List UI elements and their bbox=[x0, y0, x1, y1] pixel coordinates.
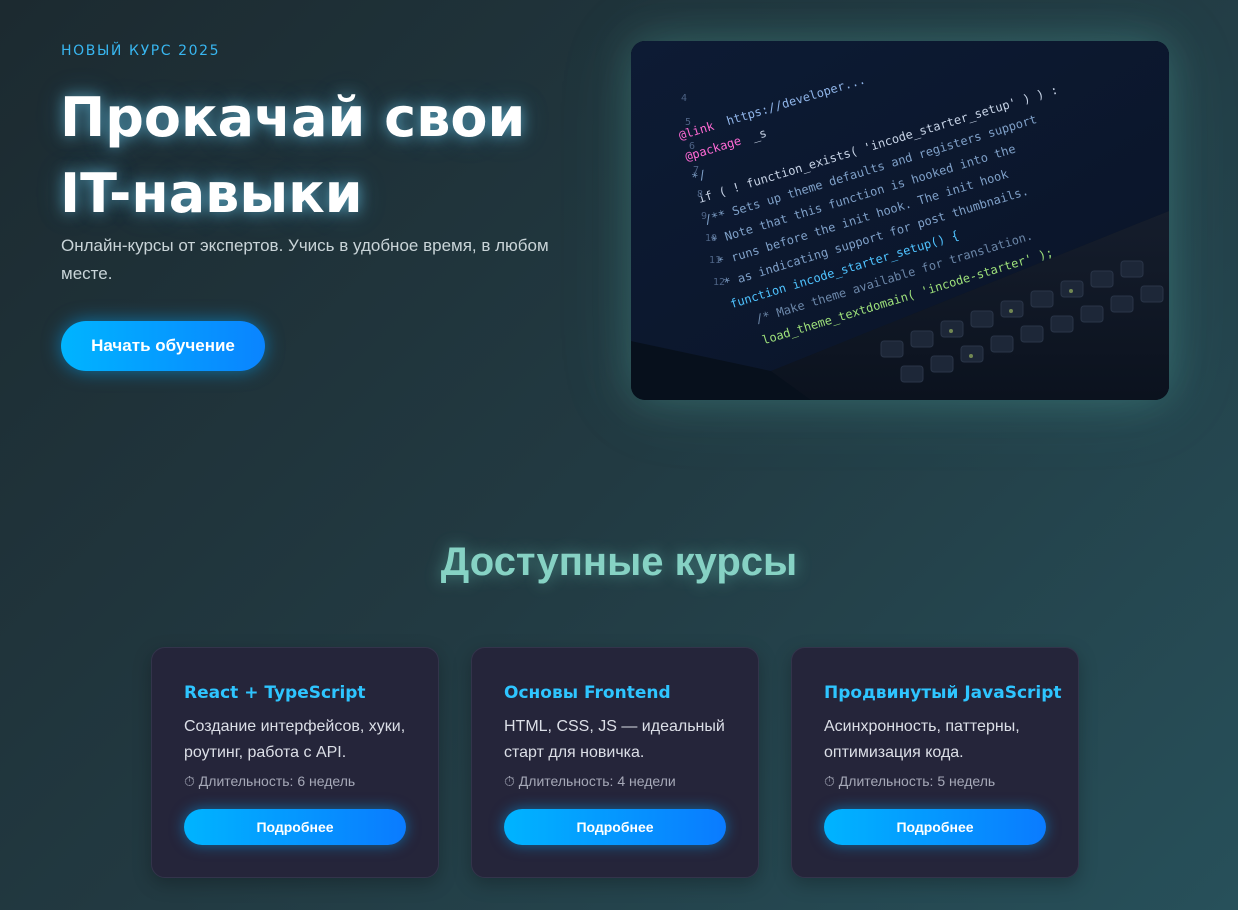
hero-title-line2: IT-навыки bbox=[60, 162, 363, 225]
course-title: Основы Frontend bbox=[504, 683, 671, 703]
svg-text:9: 9 bbox=[701, 211, 707, 222]
laptop-code-illustration: @link https://developer... @package _s *… bbox=[631, 41, 1169, 400]
hero-subtitle: Онлайн-курсы от экспертов. Учись в удобн… bbox=[61, 236, 549, 283]
svg-text:7: 7 bbox=[693, 165, 699, 176]
hero-image: @link https://developer... @package _s *… bbox=[631, 41, 1169, 400]
svg-text:4: 4 bbox=[681, 93, 687, 104]
course-title: Продвинутый JavaScript bbox=[824, 683, 1062, 703]
course-details-button[interactable]: Подробнее bbox=[824, 809, 1046, 845]
course-title: React + TypeScript bbox=[184, 683, 366, 703]
hero-eyebrow: НОВЫЙ КУРС 2025 bbox=[61, 43, 221, 59]
course-description: Создание интерфейсов, хуки, роутинг, раб… bbox=[184, 718, 406, 761]
svg-text:5: 5 bbox=[685, 117, 691, 128]
course-duration: ⏱ Длительность: 4 недели bbox=[504, 773, 676, 789]
svg-text:10: 10 bbox=[705, 233, 717, 244]
hero-title-line1: Прокачай свои bbox=[60, 86, 526, 149]
course-card: Продвинутый JavaScript Асинхронность, па… bbox=[791, 647, 1079, 878]
course-description: HTML, CSS, JS — идеальный старт для нови… bbox=[504, 718, 725, 761]
course-details-button[interactable]: Подробнее bbox=[184, 809, 406, 845]
hero-title: Прокачай свои IT-навыки bbox=[60, 80, 600, 232]
course-duration: ⏱ Длительность: 6 недель bbox=[184, 773, 356, 789]
course-card: Основы Frontend HTML, CSS, JS — идеальны… bbox=[471, 647, 759, 878]
course-description: Асинхронность, паттерны, оптимизация код… bbox=[824, 718, 1020, 761]
course-details-button[interactable]: Подробнее bbox=[504, 809, 726, 845]
start-learning-button[interactable]: Начать обучение bbox=[61, 321, 265, 371]
course-duration: ⏱ Длительность: 5 недель bbox=[824, 773, 996, 789]
course-card: React + TypeScript Создание интерфейсов,… bbox=[151, 647, 439, 878]
svg-text:11: 11 bbox=[709, 255, 721, 266]
svg-text:12: 12 bbox=[713, 277, 725, 288]
hero-section: НОВЫЙ КУРС 2025 Прокачай свои IT-навыки … bbox=[0, 0, 1238, 440]
svg-text:8: 8 bbox=[697, 189, 703, 200]
svg-text:6: 6 bbox=[689, 141, 695, 152]
courses-section-title: Доступные курсы bbox=[440, 540, 798, 584]
